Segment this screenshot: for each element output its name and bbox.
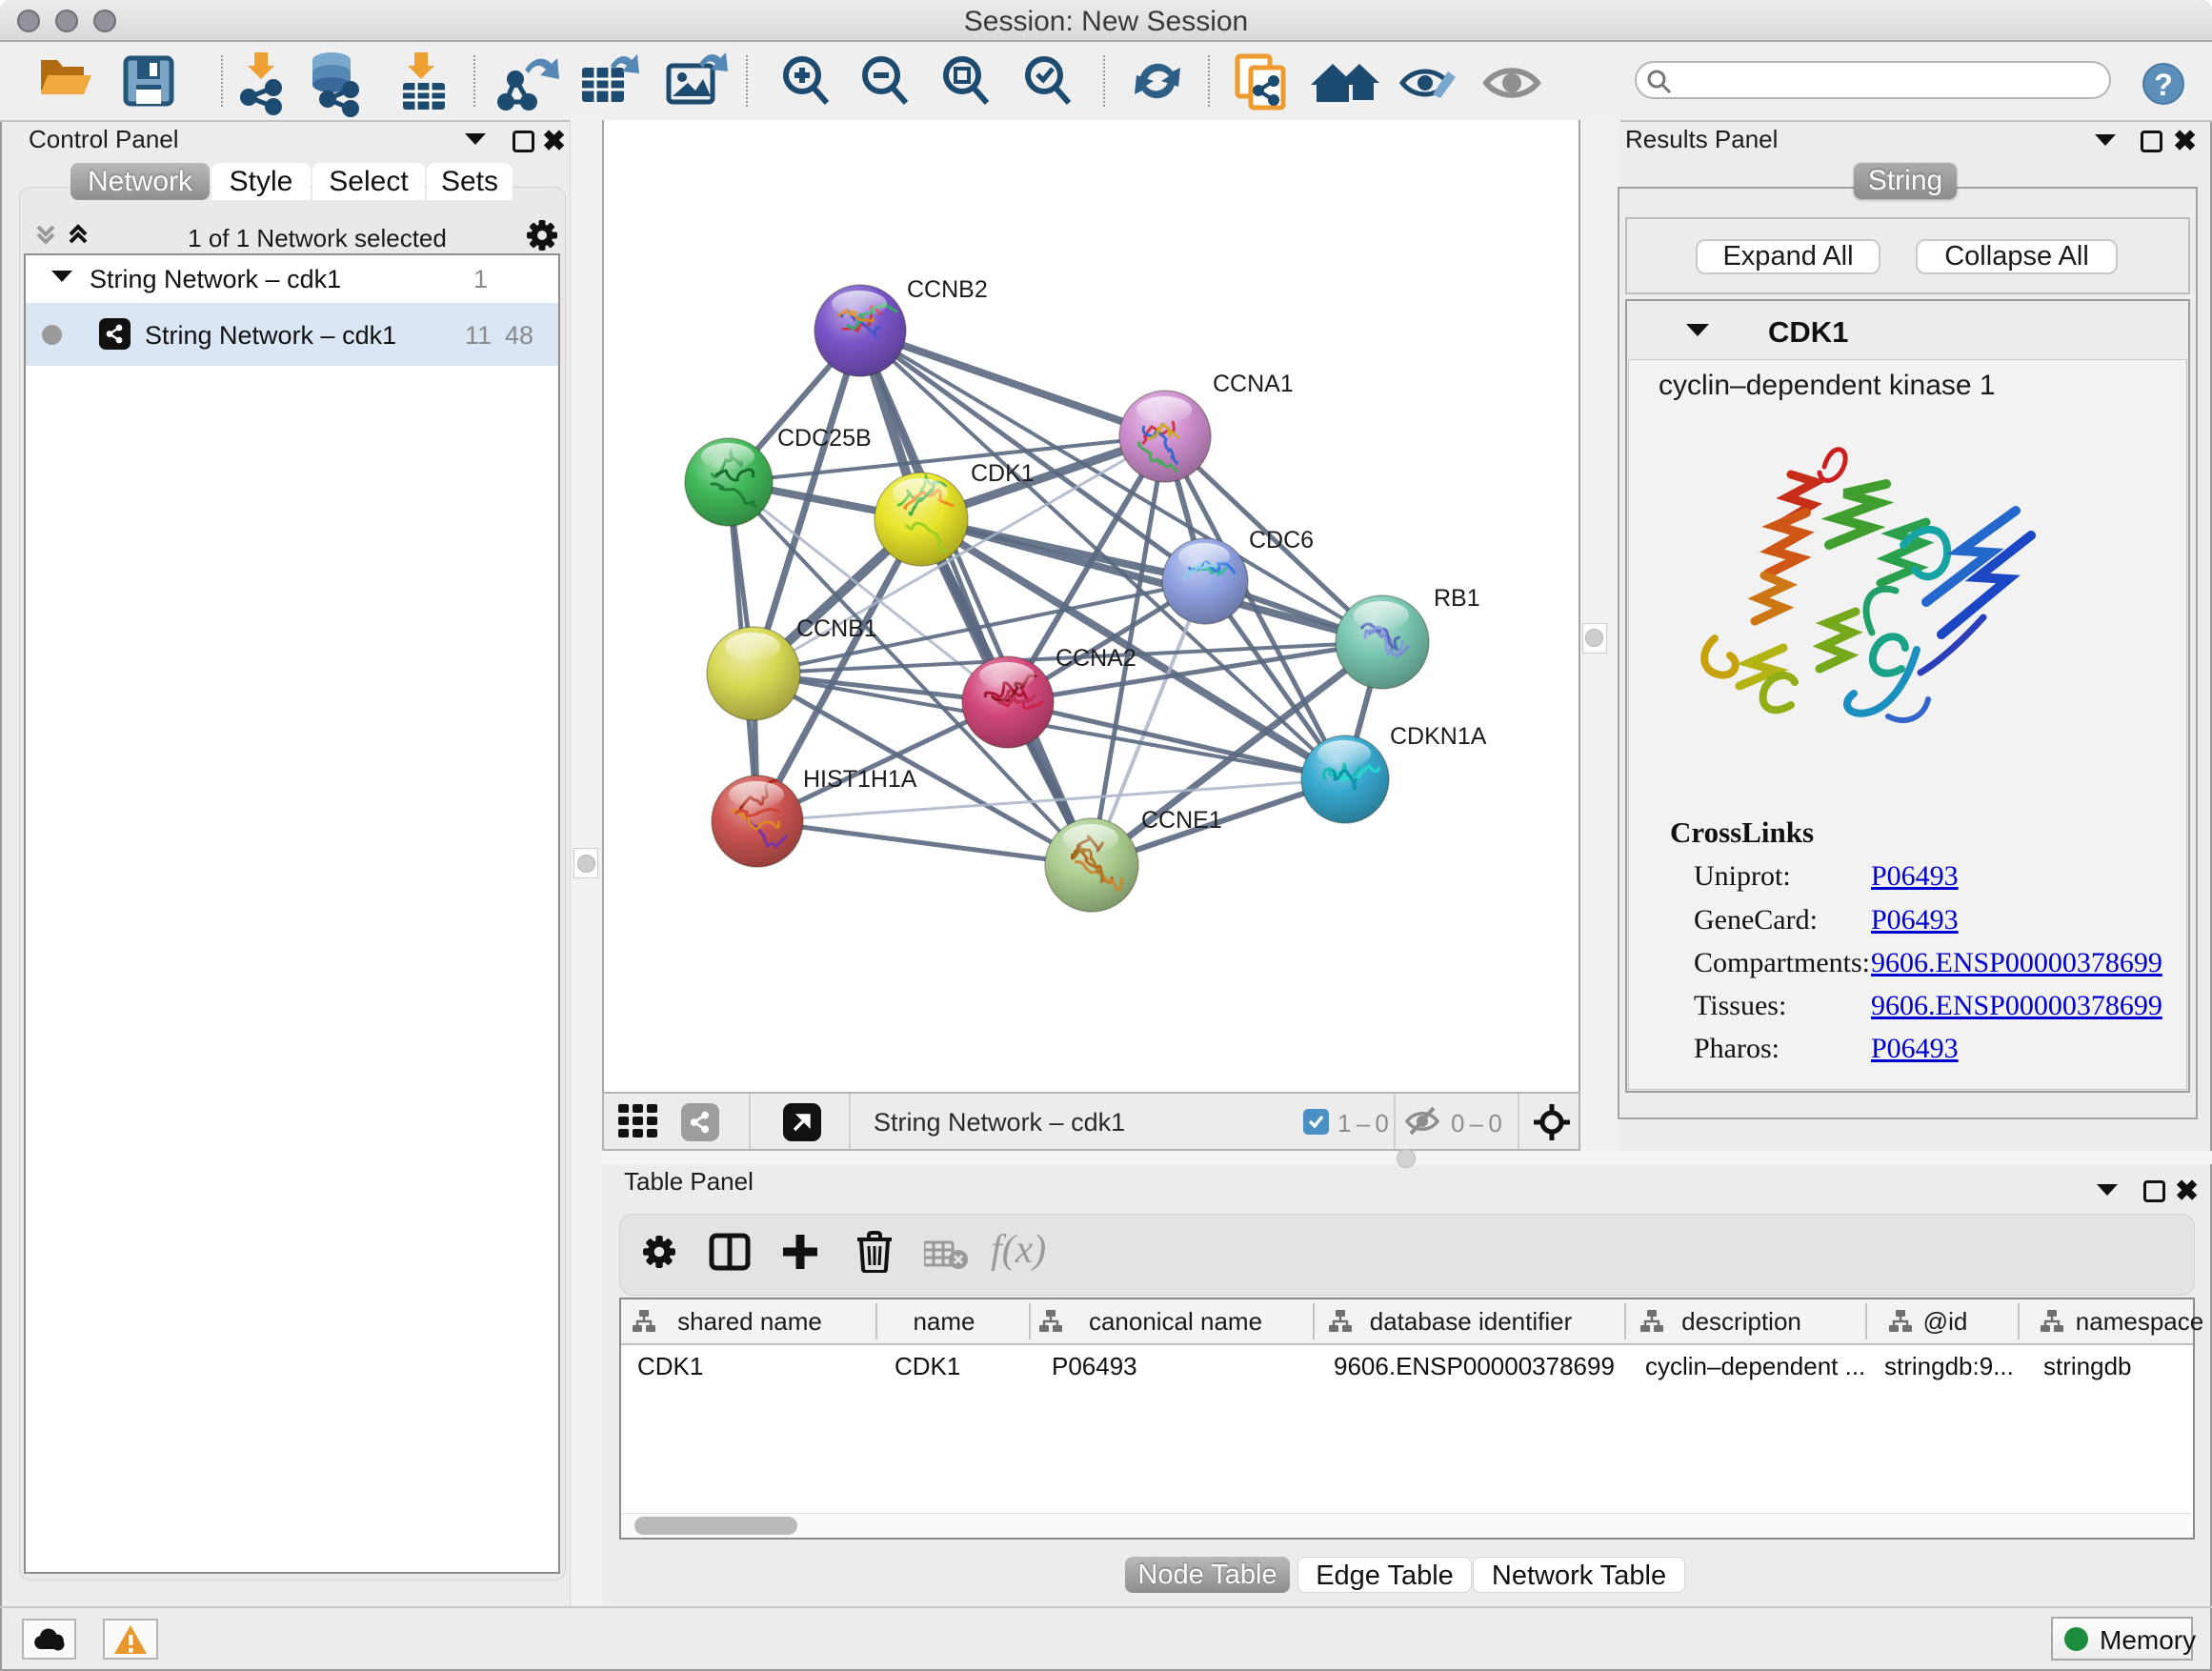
svg-text:CDKN1A: CDKN1A [1390, 723, 1487, 750]
svg-text:CCNA1: CCNA1 [1213, 371, 1294, 397]
svg-text:CDC6: CDC6 [1249, 527, 1314, 554]
svg-text:HIST1H1A: HIST1H1A [803, 766, 917, 793]
svg-text:CDK1: CDK1 [971, 460, 1035, 487]
svg-text:CCNE1: CCNE1 [1141, 807, 1222, 834]
svg-text:CCNB1: CCNB1 [796, 615, 877, 642]
svg-text:CCNA2: CCNA2 [1056, 645, 1136, 672]
svg-text:RB1: RB1 [1434, 585, 1480, 612]
svg-text:CCNB2: CCNB2 [907, 276, 988, 303]
svg-text:CDC25B: CDC25B [777, 425, 872, 452]
